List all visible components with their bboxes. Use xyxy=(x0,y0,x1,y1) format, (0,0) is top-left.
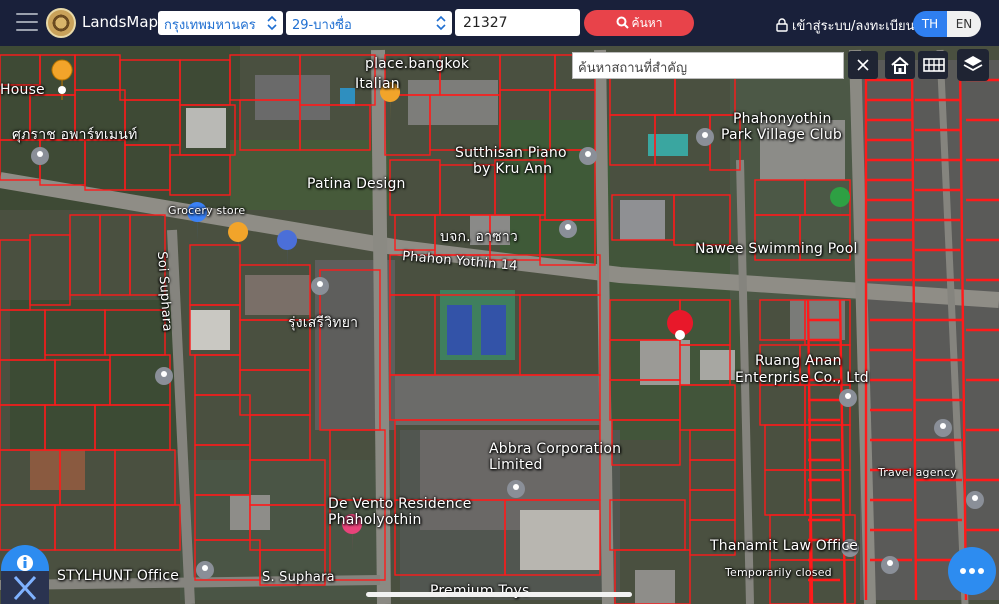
select-arrows-icon xyxy=(267,14,277,32)
place-search-input[interactable]: ค้นหาสถานที่สำคัญ xyxy=(572,52,844,79)
home-indicator-bar[interactable] xyxy=(366,592,632,597)
search-button[interactable]: ค้นหา xyxy=(584,10,694,36)
province-select-value: กรุงเทพมหานคร xyxy=(164,18,256,33)
close-icon xyxy=(857,59,869,71)
grid-icon xyxy=(923,58,945,72)
language-toggle[interactable]: TH EN xyxy=(913,11,981,37)
ruler-cross-icon xyxy=(13,575,37,601)
grid-button[interactable] xyxy=(918,51,948,79)
district-select[interactable]: 29-บางซื่อ xyxy=(286,11,452,35)
home-icon xyxy=(891,56,909,74)
hamburger-menu-icon[interactable] xyxy=(16,13,38,31)
satellite-map[interactable]: place.bangkok House Italian Phahonyothin… xyxy=(0,0,999,604)
lock-icon xyxy=(776,18,788,32)
more-options-button[interactable] xyxy=(948,547,996,595)
layers-icon xyxy=(963,56,983,72)
district-select-value: 29-บางซื่อ xyxy=(292,18,352,33)
parcel-number-input[interactable] xyxy=(455,9,580,36)
search-icon xyxy=(616,16,629,29)
home-button[interactable] xyxy=(885,51,915,79)
info-icon xyxy=(17,555,33,571)
lang-th-button[interactable]: TH xyxy=(913,11,947,37)
login-register-link[interactable]: เข้าสู่ระบบ/ลงทะเบียน xyxy=(776,15,914,36)
search-button-label: ค้นหา xyxy=(631,16,663,30)
lang-en-button[interactable]: EN xyxy=(947,11,981,37)
app-title: LandsMaps xyxy=(82,13,166,31)
layers-button[interactable] xyxy=(957,49,989,81)
more-dots-icon xyxy=(960,568,984,574)
select-arrows-icon xyxy=(436,14,446,32)
province-select[interactable]: กรุงเทพมหานคร xyxy=(158,11,283,35)
department-logo xyxy=(46,8,76,38)
tool-panel xyxy=(1,571,49,604)
top-navigation-bar: LandsMaps กรุงเทพมหานคร 29-บางซื่อ ค้นหา… xyxy=(0,0,999,46)
login-label: เข้าสู่ระบบ/ลงทะเบียน xyxy=(792,19,915,34)
measure-tool-button[interactable] xyxy=(1,545,49,604)
map-imagery xyxy=(0,0,999,604)
clear-search-button[interactable] xyxy=(848,51,878,79)
